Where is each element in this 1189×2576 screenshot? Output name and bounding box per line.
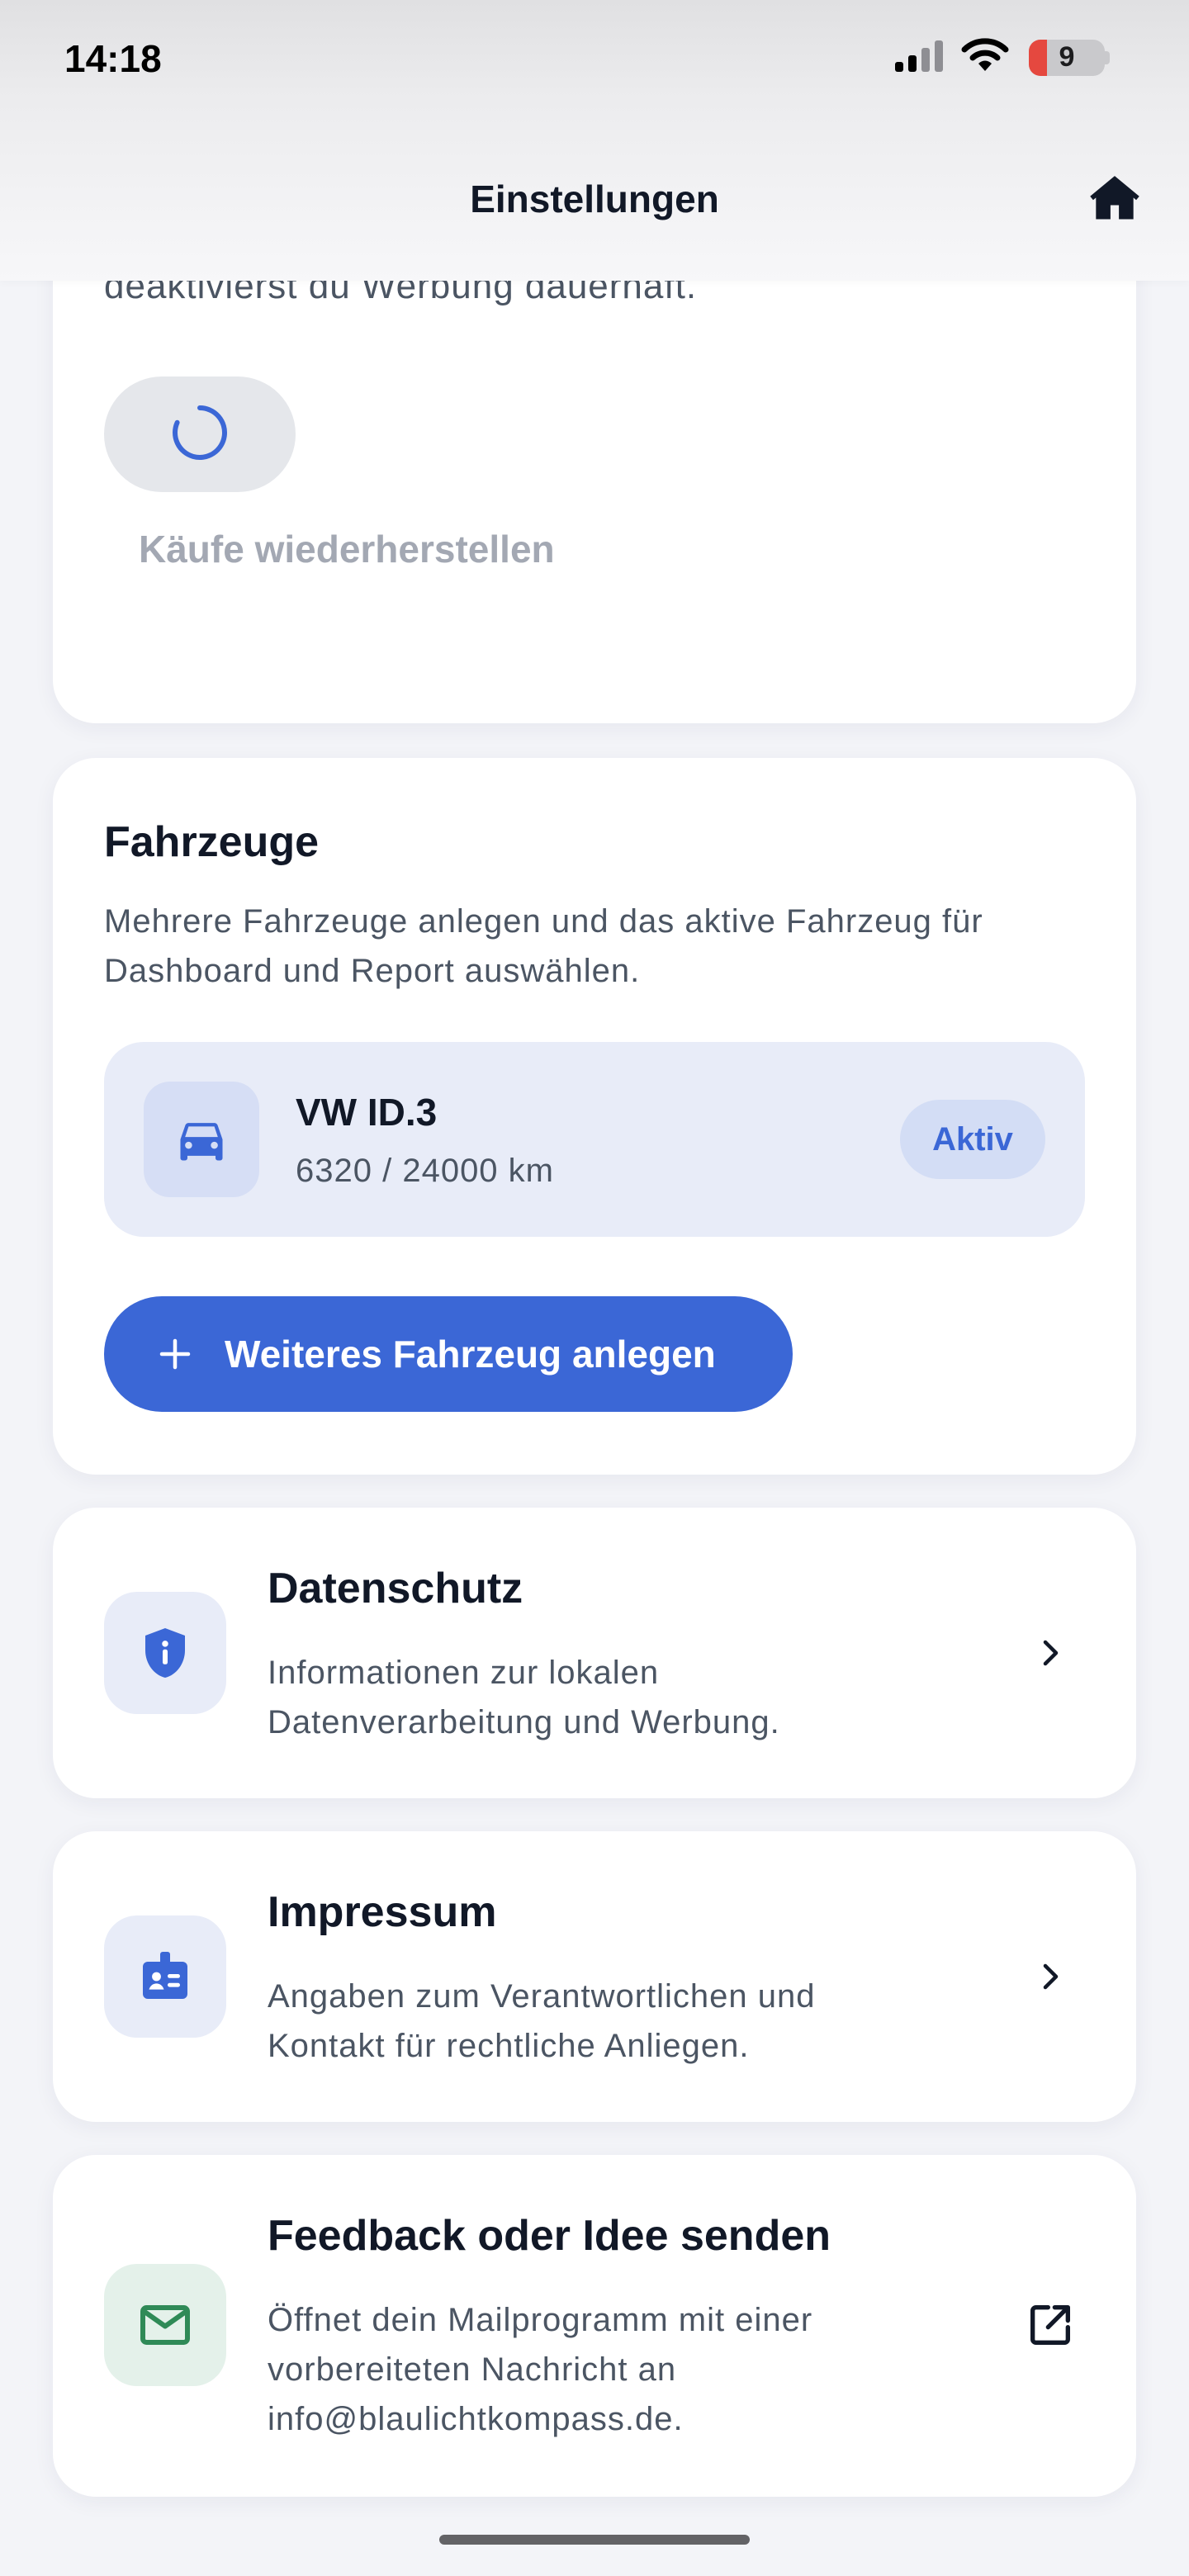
imprint-link-card[interactable]: Impressum Angaben zum Verantwortlichen u… <box>53 1831 1136 2122</box>
signal-icon <box>895 39 945 76</box>
vehicles-title: Fahrzeuge <box>104 818 320 866</box>
battery-cap <box>1105 50 1110 64</box>
shield-info-icon <box>104 1592 226 1714</box>
car-icon <box>144 1082 259 1197</box>
vehicles-description: Mehrere Fahrzeuge anlegen und das aktive… <box>104 903 983 989</box>
home-icon <box>1087 170 1143 230</box>
open-external-icon <box>1024 2299 1077 2351</box>
imprint-title: Impressum <box>268 1888 497 1936</box>
chevron-right-icon <box>1024 1627 1077 1679</box>
home-indicator[interactable] <box>439 2535 750 2545</box>
spinner-icon <box>168 401 231 468</box>
vehicles-card: Fahrzeuge Mehrere Fahrzeuge anlegen und … <box>53 758 1136 1475</box>
top-bar: 14:18 9 Einstellungen <box>0 0 1189 281</box>
feedback-link-card[interactable]: Feedback oder Idee senden Öffnet dein Ma… <box>53 2155 1136 2497</box>
restore-purchases-button[interactable]: Käufe wiederherstellen <box>139 527 555 571</box>
vehicle-name: VW ID.3 <box>296 1091 438 1134</box>
status-icons: 9 <box>895 38 1110 77</box>
battery-level: 9 <box>1059 41 1075 73</box>
add-vehicle-label: Weiteres Fahrzeug anlegen <box>225 1333 716 1376</box>
settings-screen: deaktivierst du Werbung dauerhaft. Käufe… <box>0 0 1189 2576</box>
home-button[interactable] <box>1083 168 1146 231</box>
mail-icon <box>104 2264 226 2386</box>
chevron-right-icon <box>1024 1950 1077 2003</box>
battery-icon: 9 <box>1029 39 1105 76</box>
plus-icon <box>157 1336 193 1372</box>
feedback-description: Öffnet dein Mailprogramm mit einer vorbe… <box>268 2302 813 2437</box>
purchase-button-loading[interactable] <box>104 376 296 492</box>
privacy-title: Datenschutz <box>268 1565 523 1612</box>
active-badge: Aktiv <box>900 1100 1045 1179</box>
id-badge-icon <box>104 1915 226 2038</box>
add-vehicle-button[interactable]: Weiteres Fahrzeug anlegen <box>104 1296 793 1412</box>
vehicle-list-item[interactable]: VW ID.3 6320 / 24000 km Aktiv <box>104 1042 1085 1237</box>
privacy-link-card[interactable]: Datenschutz Informationen zur lokalen Da… <box>53 1508 1136 1798</box>
vehicle-mileage: 6320 / 24000 km <box>296 1153 554 1189</box>
status-time: 14:18 <box>64 37 162 80</box>
imprint-description: Angaben zum Verantwortlichen und Kontakt… <box>268 1978 816 2064</box>
page-title: Einstellungen <box>470 178 719 220</box>
wifi-icon <box>961 38 1009 77</box>
feedback-title: Feedback oder Idee senden <box>268 2212 831 2260</box>
privacy-description: Informationen zur lokalen Datenverarbeit… <box>268 1655 780 1740</box>
